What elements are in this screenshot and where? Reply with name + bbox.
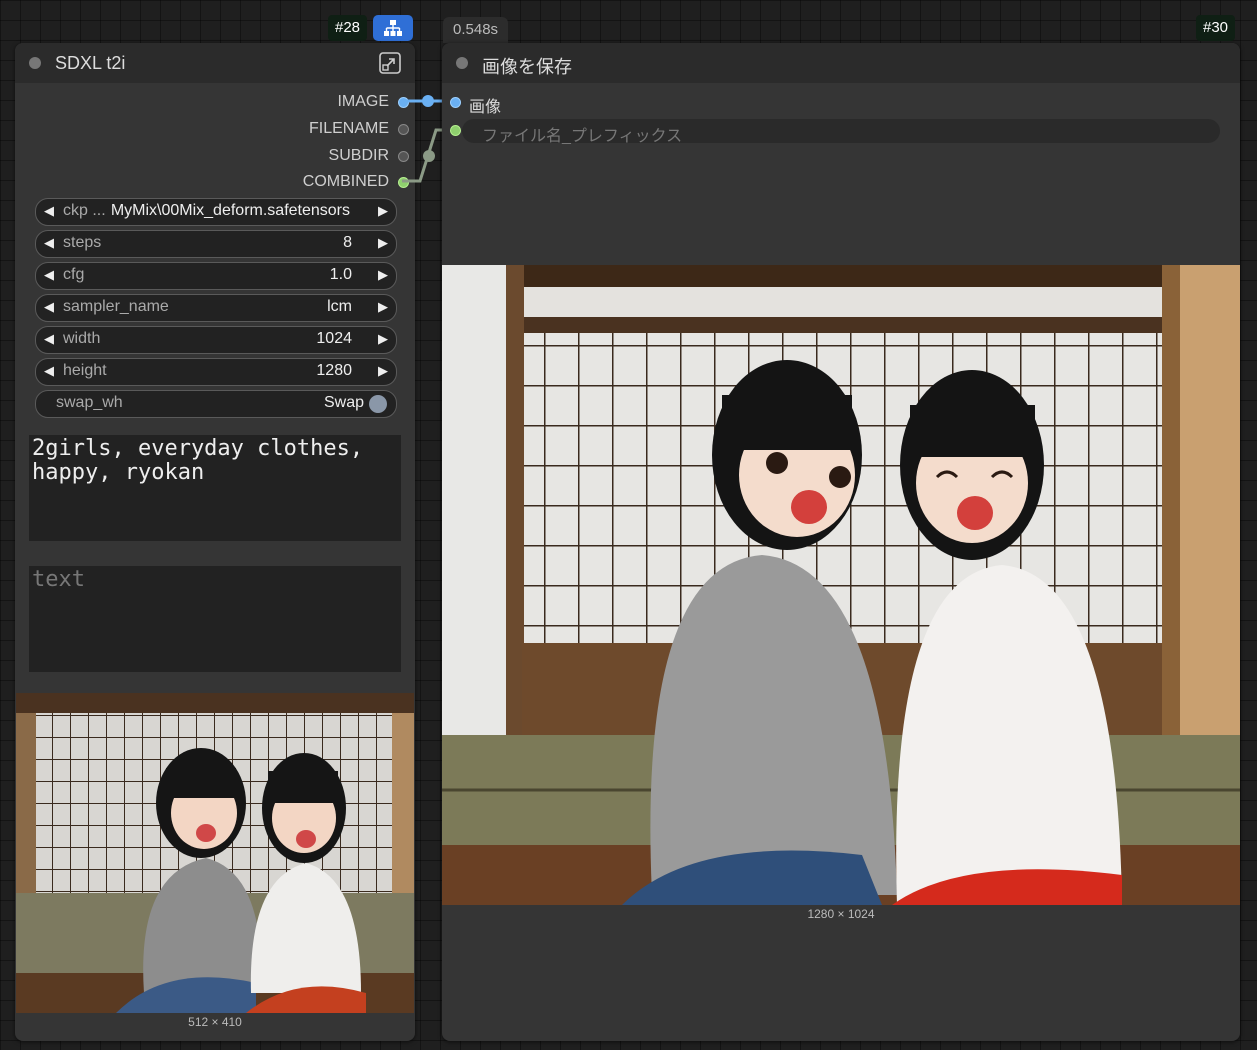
filename-prefix-input[interactable]: ファイル名_プレフィックス xyxy=(462,119,1220,145)
node-title: 画像を保存 xyxy=(482,57,572,77)
input-slot[interactable] xyxy=(450,125,461,136)
filename-prefix-placeholder: ファイル名_プレフィックス xyxy=(482,128,683,145)
output-image-preview xyxy=(442,265,1240,905)
collapse-dot[interactable] xyxy=(456,57,468,69)
node-header[interactable]: 画像を保存 xyxy=(442,43,1240,83)
input-image[interactable]: 画像 xyxy=(442,89,742,116)
input-slot[interactable] xyxy=(450,97,461,108)
input-label: 画像 xyxy=(469,99,502,116)
link-midpoint[interactable] xyxy=(423,150,435,162)
link-midpoint[interactable] xyxy=(422,95,434,107)
save-image-node[interactable]: 画像を保存 画像 ファイル名_プレフィックス 1280 × 1024 xyxy=(442,43,1240,1041)
output-size-label: 1280 × 1024 xyxy=(807,907,875,921)
